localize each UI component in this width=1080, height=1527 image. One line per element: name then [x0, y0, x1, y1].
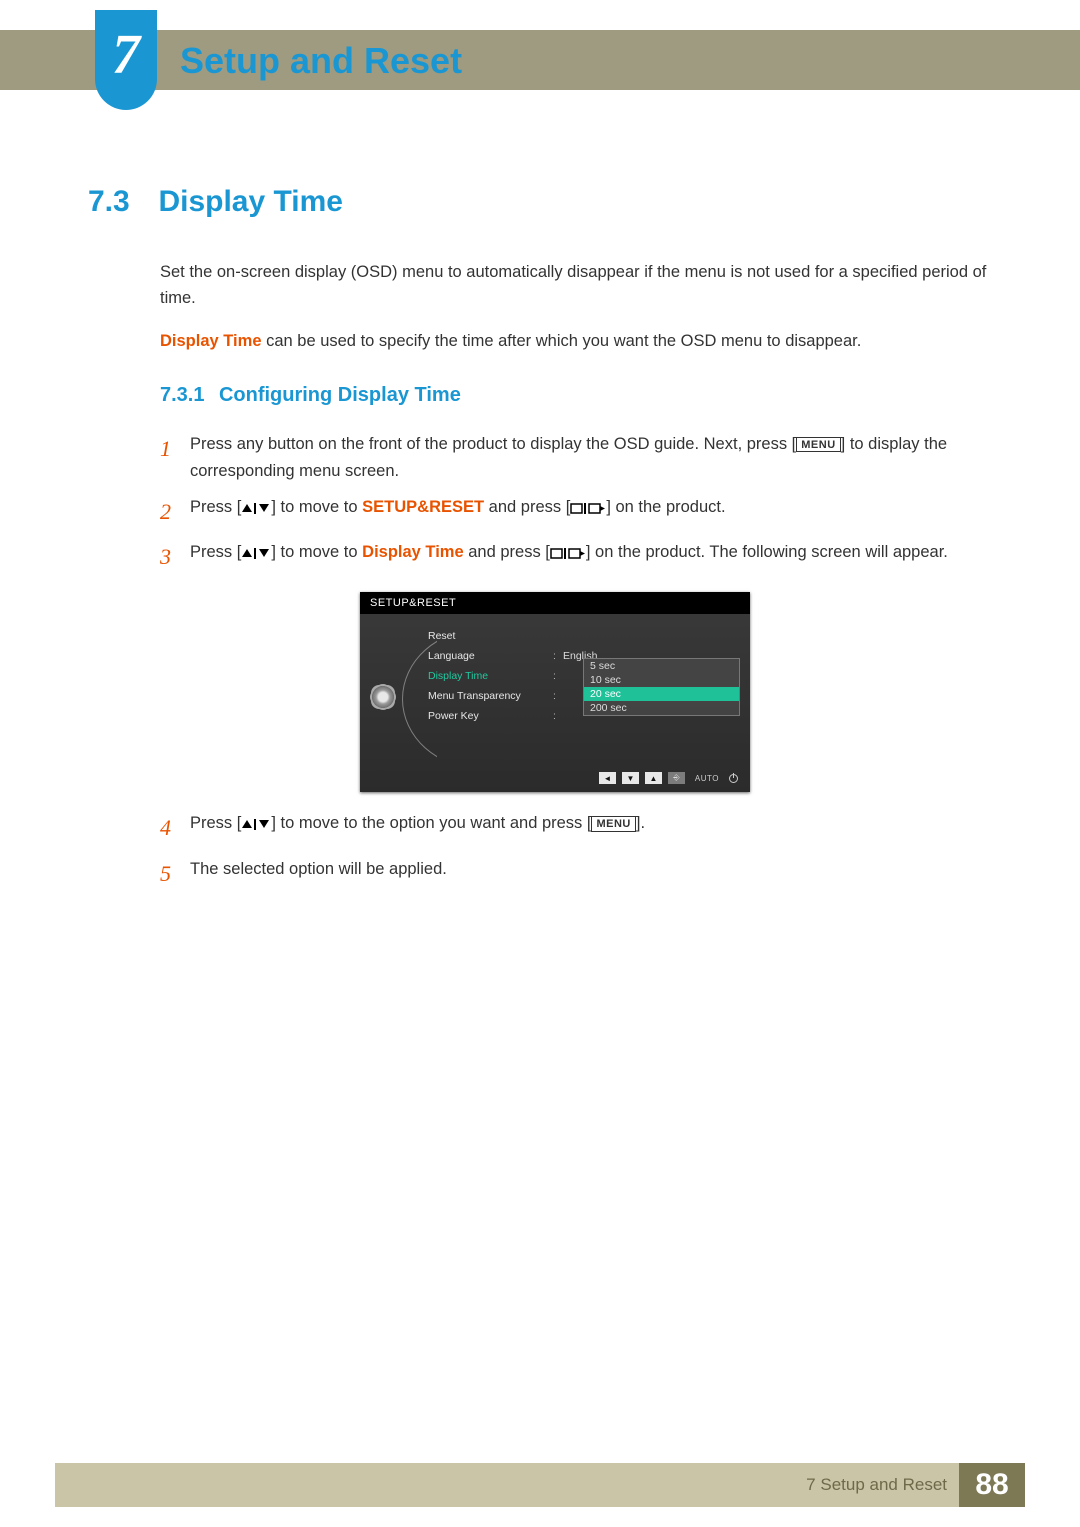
intro-p1: Set the on-screen display (OSD) menu to … — [160, 259, 992, 312]
step-2-text: Press [ ] to move to SETUP&RESET and pres… — [190, 494, 992, 521]
step-5: 5 The selected option will be applied. — [160, 856, 992, 891]
osd-option: 5 sec — [584, 659, 739, 673]
step-3-text: Press [ ] to move to Display Time and pre… — [190, 539, 992, 566]
s1a: Press any button on the front of the pro… — [190, 435, 796, 453]
intro-p2-rest: can be used to specify the time after wh… — [262, 332, 862, 350]
chapter-badge: 7 — [95, 10, 157, 110]
footer-stripe: 7 Setup and Reset 88 — [55, 1463, 1025, 1507]
step-num-2: 2 — [160, 494, 190, 529]
gear-icon — [372, 686, 394, 708]
nav-left-icon: ◄ — [599, 772, 616, 784]
nav-auto-label: AUTO — [695, 774, 719, 783]
osd-option-selected: 20 sec — [584, 687, 739, 701]
osd-language-label: Language — [428, 650, 553, 662]
footer-text: 7 Setup and Reset — [806, 1463, 947, 1507]
nav-down-icon: ▼ — [622, 772, 639, 784]
header-stripe — [0, 30, 1080, 90]
s4c: ]. — [636, 814, 645, 832]
s3-kw: Display Time — [362, 543, 464, 561]
menu-button-icon: MENU — [591, 816, 635, 831]
colon: : — [553, 710, 563, 722]
osd-title: SETUP&RESET — [360, 592, 750, 614]
step-1: 1 Press any button on the front of the p… — [160, 431, 992, 484]
osd-option: 200 sec — [584, 701, 739, 715]
step-num-5: 5 — [160, 856, 190, 891]
step-5-text: The selected option will be applied. — [190, 856, 992, 882]
step-4-text: Press [ ] to move to the option you want … — [190, 810, 992, 837]
osd-nav-bar: ◄ ▼ ▲ ⎆ AUTO — [360, 769, 750, 786]
section-title: Display Time — [158, 185, 343, 219]
s3a: Press [ — [190, 543, 241, 561]
osd-option: 10 sec — [584, 673, 739, 687]
s2b: ] to move to — [271, 498, 362, 516]
s2c: and press [ — [484, 498, 570, 516]
osd-reset-label: Reset — [428, 630, 553, 642]
osd-transparency-label: Menu Transparency — [428, 690, 553, 702]
step-3: 3 Press [ ] to move to Display Time and p… — [160, 539, 992, 574]
s2a: Press [ — [190, 498, 241, 516]
s4b: ] to move to the option you want and pre… — [271, 814, 591, 832]
osd-screenshot: SETUP&RESET Reset Language : English — [360, 592, 750, 792]
step-num-3: 3 — [160, 539, 190, 574]
up-down-arrow-icon — [241, 540, 271, 566]
up-down-arrow-icon — [241, 494, 271, 520]
source-enter-icon — [550, 540, 586, 566]
source-enter-icon — [570, 494, 606, 520]
s3c: and press [ — [464, 543, 550, 561]
osd-row-reset: Reset — [428, 626, 740, 646]
colon: : — [553, 670, 563, 682]
step-1-text: Press any button on the front of the pro… — [190, 431, 992, 484]
power-icon — [729, 774, 738, 783]
s2d: ] on the product. — [606, 498, 725, 516]
colon: : — [553, 690, 563, 702]
intro-keyword: Display Time — [160, 332, 262, 350]
subsection-number: 7.3.1 — [160, 384, 204, 406]
osd-option-list: 5 sec 10 sec 20 sec 200 sec — [583, 658, 740, 716]
step-4: 4 Press [ ] to move to the option you wan… — [160, 810, 992, 845]
intro-p2: Display Time can be used to specify the … — [160, 328, 992, 354]
osd-powerkey-label: Power Key — [428, 710, 553, 722]
s2-kw: SETUP&RESET — [362, 498, 484, 516]
menu-button-icon: MENU — [796, 437, 840, 452]
subsection-heading: 7.3.1 Configuring Display Time — [160, 384, 992, 407]
step-2: 2 Press [ ] to move to SETUP&RESET and pr… — [160, 494, 992, 529]
nav-up-icon: ▲ — [645, 772, 662, 784]
s3b: ] to move to — [271, 543, 362, 561]
osd-displaytime-label: Display Time — [428, 670, 553, 682]
colon: : — [553, 650, 563, 662]
nav-enter-icon: ⎆ — [668, 772, 685, 784]
chapter-title: Setup and Reset — [180, 40, 462, 82]
up-down-arrow-icon — [241, 811, 271, 837]
step-num-1: 1 — [160, 431, 190, 466]
footer-page-number: 88 — [959, 1463, 1025, 1507]
subsection-title: Configuring Display Time — [219, 384, 461, 406]
section-heading: 7.3 Display Time — [88, 185, 992, 219]
section-number: 7.3 — [88, 185, 154, 219]
step-num-4: 4 — [160, 810, 190, 845]
s4a: Press [ — [190, 814, 241, 832]
s3d: ] on the product. The following screen w… — [586, 543, 948, 561]
